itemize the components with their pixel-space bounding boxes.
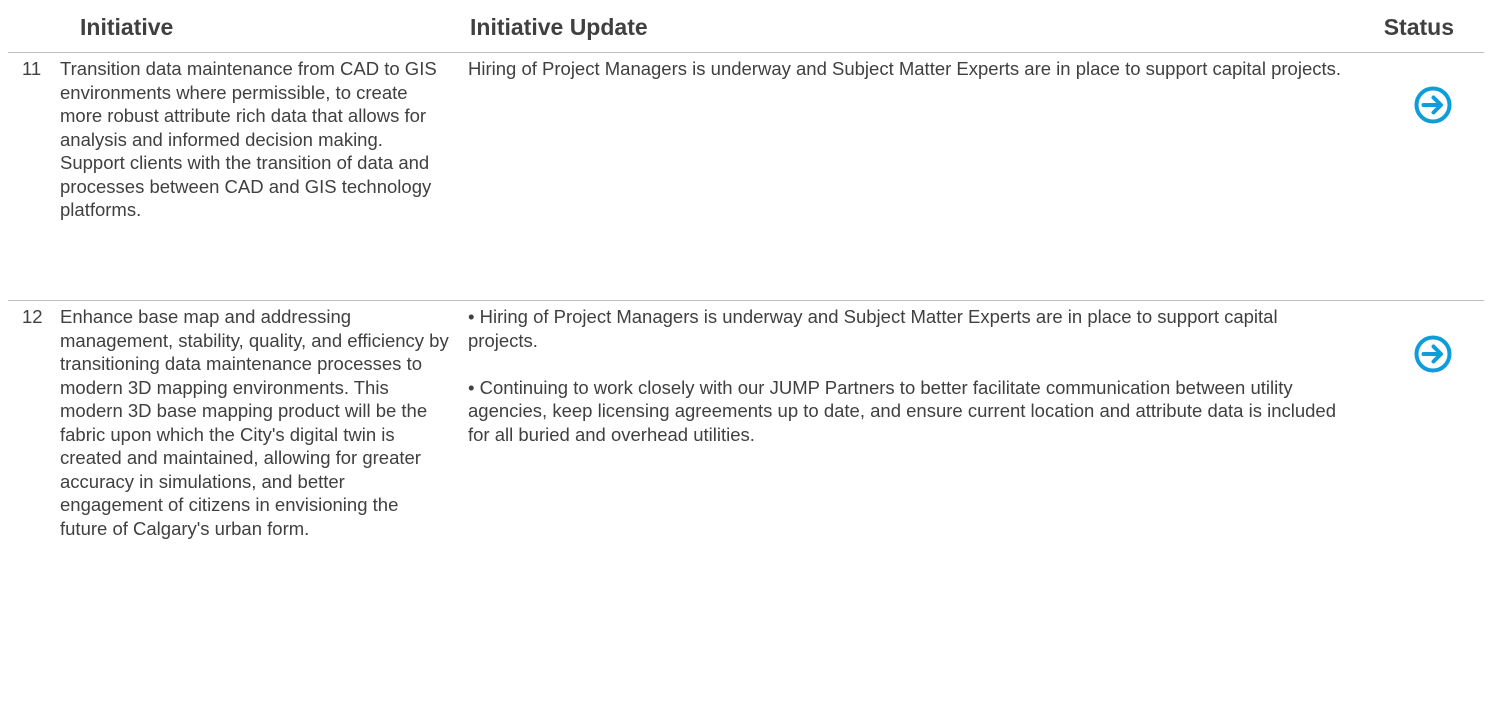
table-row: 12 Enhance base map and addressing manag… <box>0 303 1492 723</box>
update-paragraph: Hiring of Project Managers is underway a… <box>468 58 1342 79</box>
row-divider <box>8 300 1484 301</box>
table-header: Initiative Initiative Update Status <box>0 14 1492 44</box>
row-number: 11 <box>22 58 42 79</box>
column-header-initiative-update: Initiative Update <box>470 14 648 40</box>
initiative-update: Hiring of Project Managers is underway a… <box>468 57 1348 104</box>
initiative-text: Enhance base map and addressing manageme… <box>60 306 449 539</box>
column-header-initiative: Initiative <box>80 14 174 40</box>
initiative-text: Transition data maintenance from CAD to … <box>60 58 437 220</box>
initiative-update: • Hiring of Project Managers is underway… <box>468 305 1348 470</box>
update-paragraph: • Hiring of Project Managers is underway… <box>468 306 1278 351</box>
update-paragraph: • Continuing to work closely with our JU… <box>468 376 1337 445</box>
table-row: 11 Transition data maintenance from CAD … <box>0 55 1492 300</box>
row-divider <box>8 52 1484 53</box>
row-number: 12 <box>22 306 43 327</box>
arrow-right-circle-icon[interactable] <box>1413 334 1453 374</box>
arrow-right-circle-icon[interactable] <box>1413 85 1453 125</box>
column-header-status: Status <box>1383 14 1454 40</box>
